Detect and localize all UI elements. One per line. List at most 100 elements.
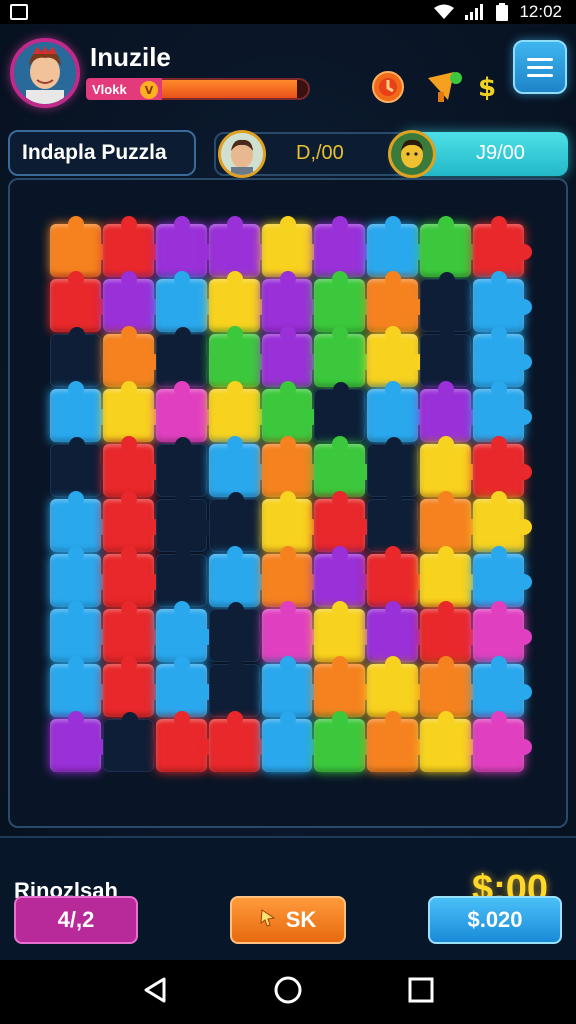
- puzzle-piece[interactable]: [314, 491, 374, 552]
- puzzle-piece[interactable]: [261, 546, 321, 607]
- puzzle-piece[interactable]: [314, 326, 374, 387]
- puzzle-piece[interactable]: [420, 491, 479, 552]
- puzzle-piece[interactable]: [50, 437, 108, 497]
- puzzle-piece[interactable]: [314, 601, 374, 662]
- puzzle-piece[interactable]: [155, 216, 215, 277]
- puzzle-piece[interactable]: [50, 601, 109, 662]
- dollar-icon[interactable]: $: [476, 72, 500, 106]
- puzzle-piece[interactable]: [420, 327, 478, 387]
- puzzle-piece[interactable]: [50, 327, 108, 387]
- puzzle-piece[interactable]: [420, 601, 479, 662]
- puzzle-piece[interactable]: [367, 437, 426, 497]
- puzzle-piece[interactable]: [208, 381, 268, 442]
- puzzle-piece[interactable]: [102, 656, 162, 717]
- puzzle-piece[interactable]: [50, 216, 109, 277]
- puzzle-piece[interactable]: [155, 547, 214, 607]
- puzzle-piece[interactable]: [367, 656, 427, 717]
- puzzle-piece[interactable]: [473, 271, 532, 332]
- puzzle-piece[interactable]: [208, 546, 268, 607]
- puzzle-piece[interactable]: [208, 492, 267, 552]
- puzzle-piece[interactable]: [261, 601, 321, 662]
- puzzle-piece[interactable]: [314, 271, 374, 332]
- puzzle-piece[interactable]: [155, 711, 215, 772]
- puzzle-piece[interactable]: [50, 546, 109, 607]
- puzzle-piece[interactable]: [155, 381, 215, 442]
- puzzle-piece[interactable]: [208, 711, 268, 772]
- puzzle-piece[interactable]: [420, 711, 479, 772]
- puzzle-piece[interactable]: [367, 711, 427, 772]
- puzzle-piece[interactable]: [102, 271, 162, 332]
- puzzle-piece[interactable]: [50, 491, 109, 552]
- puzzle-piece[interactable]: [261, 216, 321, 277]
- puzzle-board[interactable]: [50, 216, 532, 774]
- puzzle-piece[interactable]: [102, 381, 162, 442]
- puzzle-piece[interactable]: [367, 492, 426, 552]
- puzzle-piece[interactable]: [261, 381, 321, 442]
- timer-icon[interactable]: [370, 68, 406, 108]
- puzzle-piece[interactable]: [155, 437, 214, 497]
- puzzle-piece[interactable]: [102, 546, 162, 607]
- puzzle-piece[interactable]: [473, 436, 532, 497]
- player-avatar[interactable]: [10, 38, 80, 108]
- back-icon[interactable]: [142, 976, 168, 1008]
- puzzle-piece[interactable]: [155, 656, 215, 717]
- puzzle-piece[interactable]: [50, 271, 109, 332]
- puzzle-piece[interactable]: [155, 327, 214, 387]
- puzzle-piece[interactable]: [261, 491, 321, 552]
- puzzle-piece[interactable]: [314, 711, 374, 772]
- puzzle-piece[interactable]: [473, 326, 532, 387]
- puzzle-piece[interactable]: [102, 601, 162, 662]
- puzzle-piece[interactable]: [155, 601, 215, 662]
- puzzle-piece[interactable]: [367, 381, 427, 442]
- puzzle-piece[interactable]: [102, 491, 162, 552]
- megaphone-icon[interactable]: [426, 70, 464, 108]
- puzzle-piece[interactable]: [473, 381, 532, 442]
- menu-button[interactable]: [513, 40, 567, 94]
- left-action-button[interactable]: 4/,2: [14, 896, 138, 944]
- puzzle-piece[interactable]: [473, 711, 532, 772]
- puzzle-piece[interactable]: [314, 216, 374, 277]
- puzzle-piece[interactable]: [208, 602, 267, 662]
- puzzle-piece[interactable]: [420, 381, 479, 442]
- right-action-button[interactable]: $.020: [428, 896, 562, 944]
- puzzle-piece[interactable]: [367, 601, 427, 662]
- puzzle-piece[interactable]: [420, 436, 479, 497]
- puzzle-piece[interactable]: [473, 601, 532, 662]
- puzzle-piece[interactable]: [102, 436, 162, 497]
- puzzle-piece[interactable]: [155, 271, 215, 332]
- puzzle-piece[interactable]: [50, 656, 109, 717]
- puzzle-piece[interactable]: [261, 326, 321, 387]
- puzzle-piece[interactable]: [420, 656, 479, 717]
- puzzle-piece[interactable]: [367, 216, 427, 277]
- puzzle-piece[interactable]: [367, 546, 427, 607]
- puzzle-piece[interactable]: [208, 271, 268, 332]
- puzzle-piece[interactable]: [261, 271, 321, 332]
- recents-icon[interactable]: [408, 977, 434, 1007]
- puzzle-piece[interactable]: [102, 712, 161, 772]
- home-icon[interactable]: [273, 975, 303, 1009]
- puzzle-piece[interactable]: [420, 272, 478, 332]
- puzzle-piece[interactable]: [102, 326, 162, 387]
- puzzle-piece[interactable]: [261, 711, 321, 772]
- puzzle-piece[interactable]: [367, 271, 427, 332]
- puzzle-piece[interactable]: [208, 326, 268, 387]
- puzzle-piece[interactable]: [420, 216, 479, 277]
- puzzle-piece[interactable]: [208, 657, 267, 717]
- puzzle-piece[interactable]: [314, 656, 374, 717]
- puzzle-piece[interactable]: [261, 656, 321, 717]
- puzzle-piece[interactable]: [261, 436, 321, 497]
- puzzle-piece[interactable]: [102, 216, 162, 277]
- puzzle-piece[interactable]: [208, 436, 268, 497]
- puzzle-piece[interactable]: [314, 382, 373, 442]
- puzzle-piece[interactable]: [314, 436, 374, 497]
- puzzle-piece[interactable]: [50, 381, 109, 442]
- puzzle-piece[interactable]: [314, 546, 374, 607]
- puzzle-piece[interactable]: [208, 216, 268, 277]
- puzzle-piece[interactable]: [420, 546, 479, 607]
- puzzle-piece[interactable]: [473, 656, 532, 717]
- puzzle-piece[interactable]: [473, 216, 532, 277]
- puzzle-piece[interactable]: [50, 711, 109, 772]
- puzzle-piece[interactable]: [155, 492, 214, 552]
- puzzle-piece[interactable]: [473, 546, 532, 607]
- puzzle-piece[interactable]: [367, 326, 427, 387]
